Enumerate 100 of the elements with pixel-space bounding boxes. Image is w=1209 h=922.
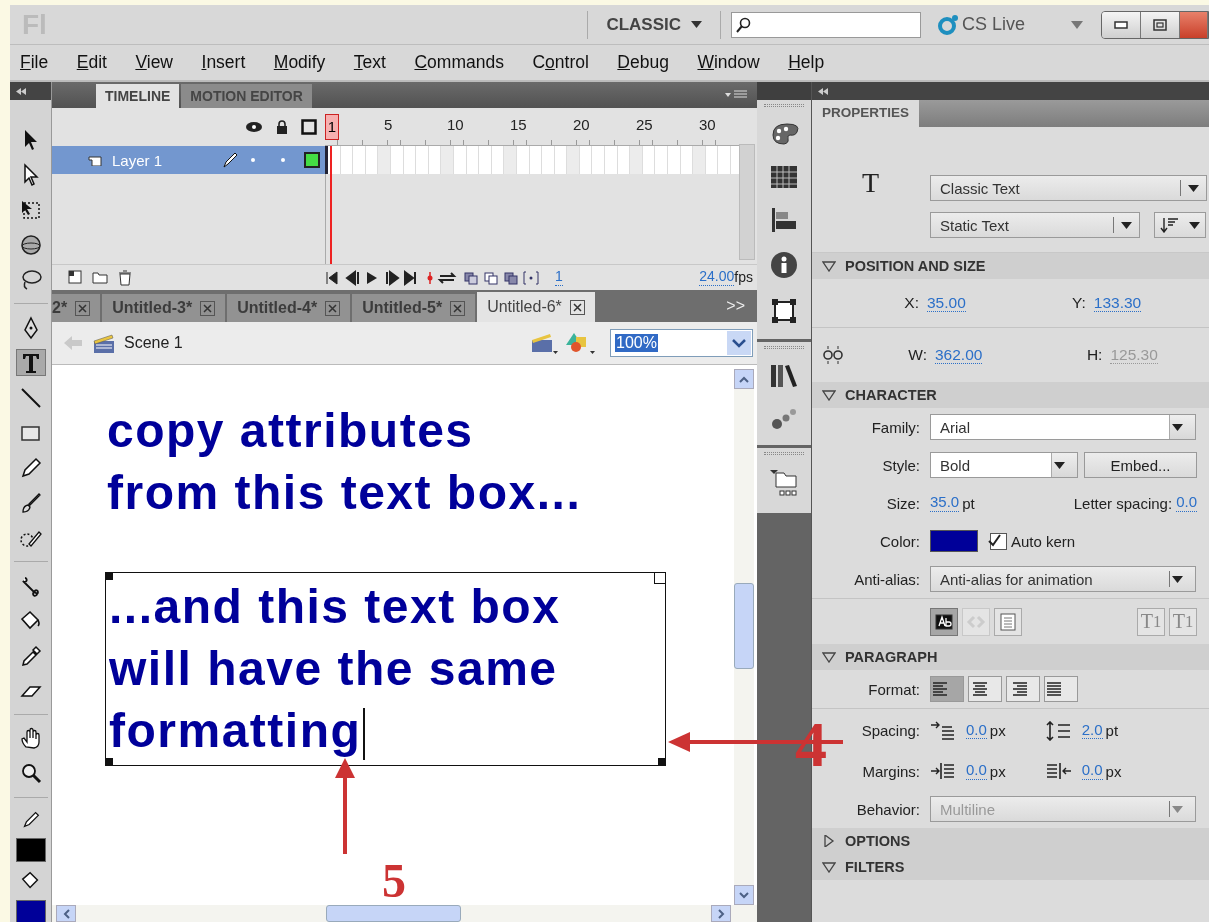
document-tab[interactable]: Untitled-5* — [352, 294, 476, 322]
text-color-swatch[interactable] — [930, 530, 978, 552]
selectable-toggle[interactable] — [930, 607, 958, 636]
playhead[interactable]: 1 — [325, 114, 339, 140]
left-margin-value[interactable]: 0.0 — [966, 762, 987, 780]
frame-rate-value[interactable]: 24.00 — [699, 269, 735, 286]
menu-item[interactable]: Modify — [265, 52, 334, 73]
zoom-combobox[interactable]: 100% — [610, 329, 753, 357]
align-center-button[interactable] — [968, 676, 1002, 702]
scroll-down-button[interactable] — [734, 885, 754, 905]
align-justify-button[interactable] — [1044, 676, 1078, 702]
stage-canvas[interactable]: copy attributes from this text box... ...and this text box will have the same formatting 5 — [52, 365, 757, 905]
scroll-left-button[interactable] — [56, 905, 76, 922]
menu-item[interactable]: Window — [689, 52, 768, 73]
menu-item[interactable]: Debug — [609, 52, 677, 73]
section-header[interactable]: OPTIONS — [812, 828, 1209, 854]
frame-cells[interactable] — [325, 146, 739, 174]
menu-item[interactable]: Edit — [68, 52, 115, 73]
minimize-button[interactable] — [1102, 11, 1141, 38]
scene-name[interactable]: Scene 1 — [124, 334, 183, 352]
section-header[interactable]: CHARACTER — [812, 382, 1209, 408]
close-icon[interactable] — [450, 300, 466, 316]
line-spacing-value[interactable]: 2.0 — [1081, 721, 1103, 740]
visibility-dot[interactable] — [251, 158, 255, 162]
fill-color-swatch[interactable] — [15, 900, 46, 922]
folder-icon[interactable] — [768, 469, 800, 499]
close-icon[interactable] — [569, 299, 585, 315]
trash-icon[interactable] — [118, 269, 132, 286]
dots-icon[interactable] — [770, 407, 798, 431]
x-value[interactable]: 35.00 — [927, 293, 966, 312]
resize-handle[interactable] — [658, 758, 666, 766]
indent-value[interactable]: 0.0 — [966, 721, 987, 740]
scrollbar[interactable] — [739, 144, 755, 260]
menu-item[interactable]: Text — [345, 52, 394, 73]
collapse-icon[interactable] — [16, 87, 26, 95]
section-header[interactable]: PARAGRAPH — [812, 644, 1209, 670]
resize-handle[interactable] — [105, 758, 113, 766]
align-icon[interactable] — [770, 207, 798, 233]
width-value[interactable]: 362.00 — [935, 345, 983, 364]
document-tab[interactable]: 2* — [52, 294, 101, 322]
workspace-switcher[interactable]: CLASSIC — [598, 14, 710, 35]
menu-item[interactable]: View — [127, 52, 181, 73]
font-style-dropdown[interactable]: Bold — [930, 452, 1078, 478]
vertical-scrollbar[interactable] — [734, 369, 754, 905]
chain-link-icon[interactable] — [822, 345, 844, 365]
document-tab[interactable]: Untitled-3* — [102, 294, 226, 322]
resize-handle[interactable] — [654, 572, 666, 584]
shapes-icon[interactable] — [566, 331, 596, 355]
library-books-icon[interactable] — [769, 363, 799, 389]
document-tab[interactable]: Untitled-4* — [227, 294, 351, 322]
menu-item[interactable]: Insert — [193, 52, 254, 73]
text-tool[interactable] — [15, 349, 46, 376]
y-value[interactable]: 133.30 — [1093, 293, 1142, 312]
document-tab[interactable]: Untitled-6* — [477, 292, 595, 322]
tab-overflow-button[interactable]: >> — [726, 297, 745, 315]
align-left-button[interactable] — [930, 676, 964, 702]
dropdown[interactable]: Classic Text — [930, 175, 1207, 201]
folder-icon[interactable] — [92, 269, 108, 284]
close-icon[interactable] — [75, 300, 91, 316]
swatches-grid-icon[interactable] — [770, 165, 798, 189]
cs-live-button[interactable]: CS Live — [931, 13, 1061, 36]
current-frame-value[interactable]: 1 — [555, 269, 563, 286]
border-toggle[interactable] — [994, 607, 1022, 636]
close-icon[interactable] — [200, 300, 216, 316]
scrollbar-thumb[interactable] — [734, 583, 754, 669]
panel-tab[interactable]: PROPERTIES — [812, 100, 920, 127]
scroll-right-button[interactable] — [711, 905, 731, 922]
text-direction-dropdown[interactable] — [1154, 212, 1206, 238]
embed-button[interactable]: Embed... — [1084, 452, 1197, 478]
lock-icon[interactable] — [275, 120, 289, 134]
clapperboard-icon[interactable] — [530, 331, 558, 355]
menu-item[interactable]: File — [12, 52, 57, 73]
palette-icon[interactable] — [769, 121, 799, 147]
text-box[interactable]: copy attributes from this text box... — [107, 400, 582, 524]
stroke-color-swatch[interactable] — [15, 838, 46, 862]
menu-item[interactable]: Control — [524, 52, 597, 73]
search-field[interactable] — [731, 11, 921, 38]
align-right-button[interactable] — [1006, 676, 1040, 702]
panel-menu-icon[interactable] — [725, 90, 747, 100]
font-size-value[interactable]: 35.0 — [930, 494, 960, 512]
panel-tab[interactable]: TIMELINE — [96, 84, 180, 108]
maximize-button[interactable] — [1141, 11, 1180, 38]
lock-dot[interactable] — [281, 158, 285, 162]
new-layer-icon[interactable] — [68, 269, 82, 284]
caret-icon[interactable] — [1071, 20, 1083, 29]
section-header[interactable]: FILTERS — [812, 854, 1209, 880]
font-family-dropdown[interactable]: Arial — [930, 414, 1196, 440]
outline-icon[interactable] — [301, 119, 317, 135]
collapse-icon[interactable] — [818, 87, 828, 95]
scrollbar-thumb[interactable] — [326, 905, 461, 922]
horizontal-scrollbar[interactable] — [52, 905, 757, 922]
eye-icon[interactable] — [245, 121, 263, 133]
section-header[interactable]: POSITION AND SIZE — [812, 253, 1209, 279]
info-icon[interactable] — [770, 251, 798, 279]
close-icon[interactable] — [325, 300, 341, 316]
text-box[interactable]: ...and this text box will have the same formatting — [105, 572, 666, 766]
dropdown[interactable]: Static Text — [930, 212, 1140, 238]
layer-outline-swatch[interactable] — [304, 152, 320, 168]
menu-item[interactable]: Commands — [406, 52, 512, 73]
resize-handle[interactable] — [105, 572, 113, 580]
